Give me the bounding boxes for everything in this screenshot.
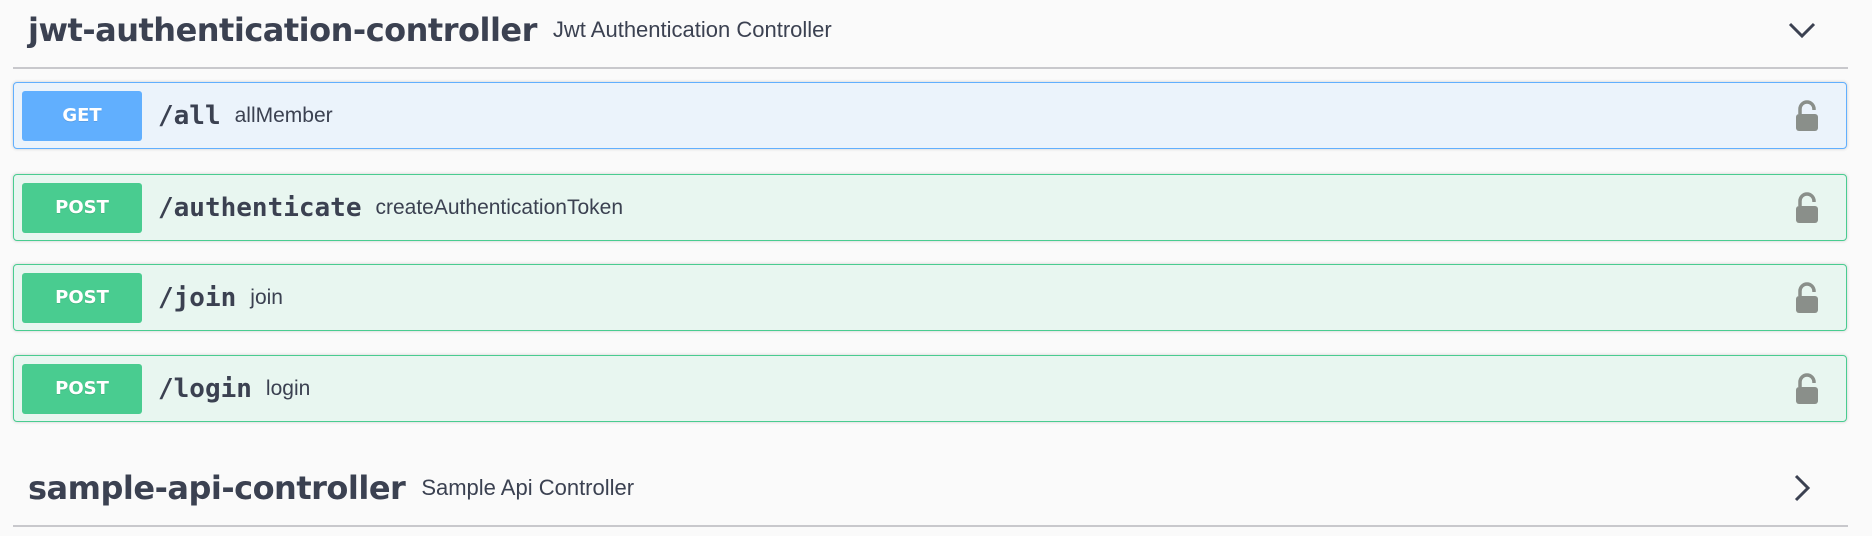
tag-name: jwt-authentication-controller [28, 11, 537, 49]
tag-header-sample-api-controller[interactable]: sample-api-controller Sample Api Control… [13, 451, 1848, 527]
unlocked-padlock-icon[interactable] [1794, 99, 1820, 132]
tag-header-jwt-authentication-controller[interactable]: jwt-authentication-controller Jwt Authen… [13, 0, 1848, 69]
tag-name: sample-api-controller [28, 469, 406, 507]
operation-path: /authenticate [158, 192, 362, 223]
operation-summary: login [265, 376, 311, 400]
chevron-right-icon[interactable] [1782, 468, 1822, 508]
operation-summary: join [250, 285, 283, 309]
operation-path: /login [158, 373, 252, 404]
operation-path: /all [158, 100, 221, 131]
method-badge: GET [22, 90, 142, 141]
method-badge: POST [22, 272, 142, 323]
operation-summary: allMember [234, 103, 333, 127]
method-badge: POST [22, 363, 142, 414]
operation-path: /join [158, 282, 237, 313]
method-badge: POST [22, 182, 142, 233]
operation-summary: createAuthenticationToken [375, 195, 624, 219]
opblock-post-authenticate[interactable]: POST /authenticate createAuthenticationT… [13, 174, 1847, 241]
unlocked-padlock-icon[interactable] [1794, 281, 1820, 314]
opblock-post-join[interactable]: POST /join join [13, 264, 1847, 331]
opblock-post-login[interactable]: POST /login login [13, 355, 1847, 422]
opblock-get-all[interactable]: GET /all allMember [13, 82, 1847, 149]
unlocked-padlock-icon[interactable] [1794, 372, 1820, 405]
chevron-down-icon[interactable] [1782, 10, 1822, 50]
tag-description: Jwt Authentication Controller [552, 17, 832, 42]
tag-description: Sample Api Controller [421, 475, 635, 500]
unlocked-padlock-icon[interactable] [1794, 191, 1820, 224]
